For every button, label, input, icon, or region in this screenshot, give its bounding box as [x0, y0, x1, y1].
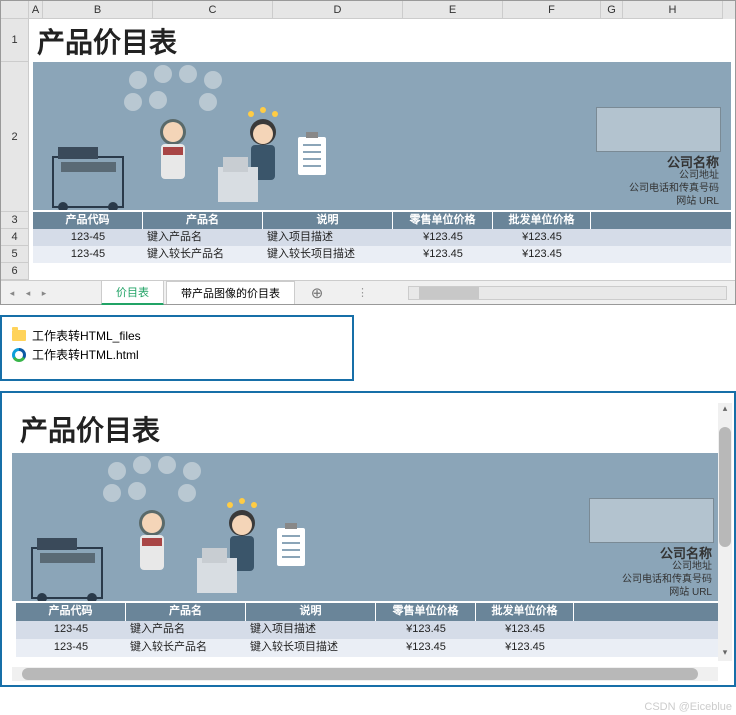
- row-header-6[interactable]: 6: [1, 263, 29, 280]
- table-row: 123-45 键入较长产品名 键入较长项目描述 ¥123.45 ¥123.45: [16, 639, 720, 657]
- cell-code: 123-45: [33, 246, 143, 263]
- th-desc: 说明: [246, 603, 376, 621]
- table-header: 产品代码 产品名 说明 零售单位价格 批发单位价格: [33, 212, 731, 229]
- col-header-A[interactable]: A: [29, 1, 43, 19]
- folder-icon: [12, 330, 26, 341]
- col-header-H[interactable]: H: [623, 1, 723, 19]
- cell-code: 123-45: [16, 639, 126, 657]
- company-phone: 公司电话和传真号码: [629, 182, 719, 195]
- row-header-3[interactable]: 3: [1, 212, 29, 229]
- cell-wholesale: ¥123.45: [476, 639, 574, 657]
- th-retail: 零售单位价格: [376, 603, 476, 621]
- company-logo-placeholder: [589, 498, 714, 543]
- browser-preview-window: 产品价目表 公司名称 公司地址 公司电话和传真号码: [0, 391, 736, 687]
- file-item-html[interactable]: 工作表转HTML.html: [12, 346, 342, 363]
- add-sheet-button[interactable]: ⊕: [307, 284, 327, 302]
- col-header-G[interactable]: G: [601, 1, 623, 19]
- scrollbar-thumb[interactable]: [22, 668, 698, 680]
- table-row[interactable]: 123-45 键入较长产品名 键入较长项目描述 ¥123.45 ¥123.45: [33, 246, 731, 263]
- cell-wholesale: ¥123.45: [493, 229, 591, 246]
- table-row[interactable]: 123-45 键入产品名 键入项目描述 ¥123.45 ¥123.45: [33, 229, 731, 246]
- col-header-B[interactable]: B: [43, 1, 153, 19]
- cell-name: 键入产品名: [126, 621, 246, 639]
- html-file-name: 工作表转HTML.html: [32, 346, 139, 363]
- row-header-5[interactable]: 5: [1, 246, 29, 263]
- company-info: 公司名称 公司地址 公司电话和传真号码 网站 URL: [622, 547, 712, 599]
- cell-code: 123-45: [16, 621, 126, 639]
- company-address: 公司地址: [629, 169, 719, 182]
- banner-image: 公司名称 公司地址 公司电话和传真号码 网站 URL: [33, 62, 731, 210]
- scroll-up-icon[interactable]: ▴: [718, 403, 732, 417]
- watermark: CSDN @Eiceblue: [644, 701, 732, 713]
- tab-prev-icon[interactable]: ◂: [21, 286, 35, 300]
- scrollbar-thumb[interactable]: [719, 427, 731, 547]
- cell-retail: ¥123.45: [376, 621, 476, 639]
- company-name: 公司名称: [629, 156, 719, 169]
- cell-wholesale: ¥123.45: [493, 246, 591, 263]
- row-headers: 1 2 3 4 5 6: [1, 19, 29, 280]
- scrollbar-thumb[interactable]: [419, 287, 479, 299]
- tab-first-icon[interactable]: ◂: [5, 286, 19, 300]
- price-table: 产品代码 产品名 说明 零售单位价格 批发单位价格 123-45 键入产品名 键…: [33, 212, 731, 263]
- page-title: 产品价目表: [29, 19, 735, 62]
- folder-name: 工作表转HTML_files: [32, 327, 141, 344]
- tab-divider: ⋮: [357, 286, 368, 299]
- excel-window: A B C D E F G H 1 2 3 4 5 6 产品价目表: [0, 0, 736, 305]
- cell-name: 键入产品名: [143, 229, 263, 246]
- tab-next-icon[interactable]: ▸: [37, 286, 51, 300]
- company-info: 公司名称 公司地址 公司电话和传真号码 网站 URL: [629, 156, 719, 208]
- table-row: 123-45 键入产品名 键入项目描述 ¥123.45 ¥123.45: [16, 621, 720, 639]
- th-name: 产品名: [143, 212, 263, 229]
- cell-desc: 键入较长项目描述: [263, 246, 393, 263]
- tab-nav-buttons: ◂ ◂ ▸: [1, 286, 101, 300]
- scroll-down-icon[interactable]: ▾: [718, 647, 732, 661]
- column-headers: A B C D E F G H: [1, 1, 735, 19]
- banner-image: 公司名称 公司地址 公司电话和传真号码 网站 URL: [12, 453, 724, 601]
- sheet-tab-active[interactable]: 价目表: [101, 280, 164, 305]
- th-name: 产品名: [126, 603, 246, 621]
- th-retail: 零售单位价格: [393, 212, 493, 229]
- select-all-corner[interactable]: [1, 1, 29, 19]
- company-name: 公司名称: [622, 547, 712, 560]
- th-wholesale: 批发单位价格: [476, 603, 574, 621]
- company-logo-placeholder: [596, 107, 721, 152]
- th-wholesale: 批发单位价格: [493, 212, 591, 229]
- company-address: 公司地址: [622, 560, 712, 573]
- table-header: 产品代码 产品名 说明 零售单位价格 批发单位价格: [16, 603, 720, 621]
- row-header-1[interactable]: 1: [1, 19, 29, 62]
- cell-desc: 键入较长项目描述: [246, 639, 376, 657]
- sheet-tab-other[interactable]: 带产品图像的价目表: [166, 281, 295, 304]
- cell-name: 键入较长产品名: [143, 246, 263, 263]
- sheet-area[interactable]: 产品价目表: [29, 19, 735, 280]
- page-title: 产品价目表: [12, 403, 724, 453]
- cell-name: 键入较长产品名: [126, 639, 246, 657]
- th-code: 产品代码: [33, 212, 143, 229]
- cell-wholesale: ¥123.45: [476, 621, 574, 639]
- vertical-scrollbar[interactable]: ▴ ▾: [718, 403, 732, 661]
- horizontal-scrollbar[interactable]: [12, 667, 718, 681]
- th-code: 产品代码: [16, 603, 126, 621]
- col-header-E[interactable]: E: [403, 1, 503, 19]
- cell-code: 123-45: [33, 229, 143, 246]
- row-header-2[interactable]: 2: [1, 62, 29, 212]
- company-phone: 公司电话和传真号码: [622, 573, 712, 586]
- th-desc: 说明: [263, 212, 393, 229]
- company-website: 网站 URL: [629, 195, 719, 208]
- sheet-tabs-bar: ◂ ◂ ▸ 价目表 带产品图像的价目表 ⊕ ⋮: [1, 280, 735, 304]
- horizontal-scrollbar[interactable]: [408, 286, 727, 300]
- cell-retail: ¥123.45: [393, 229, 493, 246]
- edge-browser-icon: [12, 348, 26, 362]
- col-header-D[interactable]: D: [273, 1, 403, 19]
- cell-retail: ¥123.45: [393, 246, 493, 263]
- col-header-F[interactable]: F: [503, 1, 601, 19]
- cell-retail: ¥123.45: [376, 639, 476, 657]
- file-explorer-panel: 工作表转HTML_files 工作表转HTML.html: [0, 315, 354, 381]
- col-header-C[interactable]: C: [153, 1, 273, 19]
- cell-desc: 键入项目描述: [263, 229, 393, 246]
- cell-desc: 键入项目描述: [246, 621, 376, 639]
- price-table: 产品代码 产品名 说明 零售单位价格 批发单位价格 123-45 键入产品名 键…: [16, 603, 720, 657]
- file-item-folder[interactable]: 工作表转HTML_files: [12, 327, 342, 344]
- company-website: 网站 URL: [622, 586, 712, 599]
- row-header-4[interactable]: 4: [1, 229, 29, 246]
